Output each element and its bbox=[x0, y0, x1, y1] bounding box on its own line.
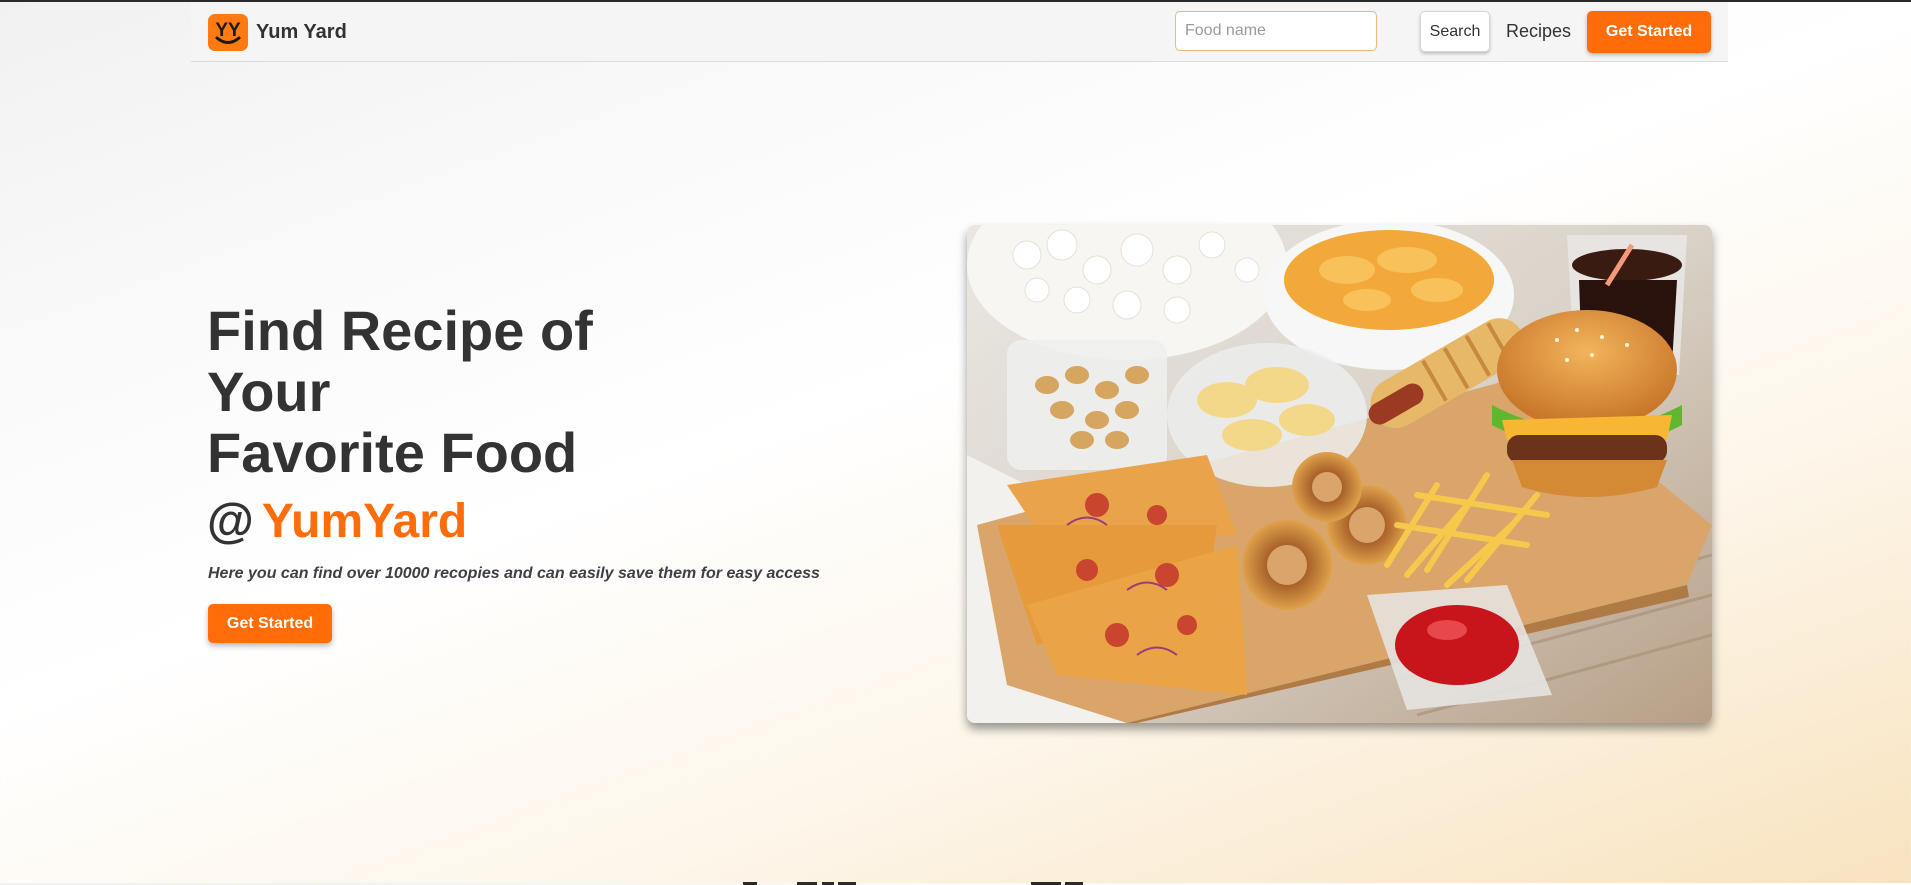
fast-food-photo-icon bbox=[967, 225, 1712, 723]
hero-subtitle: @ YumYard bbox=[207, 493, 467, 551]
yum-yard-logo-icon: YY bbox=[208, 13, 248, 51]
hero-title-line: Favorite Food bbox=[207, 421, 578, 484]
hero-description: Here you can find over 10000 recopies an… bbox=[208, 565, 820, 582]
navbar: YY Yum Yard Search Recipes Get Started bbox=[191, 2, 1728, 62]
hero-title-line: Find Recipe of bbox=[207, 299, 593, 362]
footer-edge-marks bbox=[743, 882, 1083, 885]
nav-link-recipes[interactable]: Recipes bbox=[1506, 21, 1571, 42]
search-button[interactable]: Search bbox=[1420, 11, 1490, 52]
hero-title: Find Recipe of Your Favorite Food bbox=[207, 300, 767, 483]
hero-title-line: Your bbox=[207, 360, 331, 423]
hero-get-started-button[interactable]: Get Started bbox=[208, 604, 332, 643]
food-search-input[interactable] bbox=[1175, 11, 1377, 51]
at-symbol: @ bbox=[207, 495, 254, 548]
brand[interactable]: YY Yum Yard bbox=[208, 13, 347, 51]
nav-get-started-button[interactable]: Get Started bbox=[1587, 11, 1711, 53]
brand-name: Yum Yard bbox=[256, 20, 347, 43]
hero-brand-name: YumYard bbox=[261, 495, 468, 548]
